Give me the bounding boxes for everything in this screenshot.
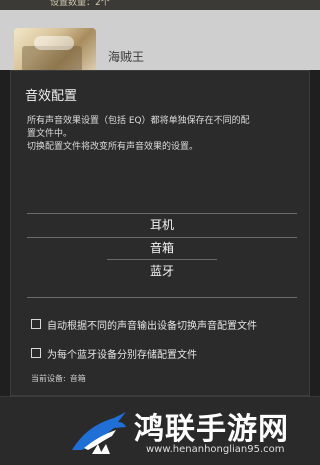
watermark-logo: 鸿联手游网 www.henanhonglian95.com (68, 400, 320, 465)
background-list-item: 海贼王 (0, 10, 320, 80)
watermark-text: 鸿联手游网 (134, 412, 289, 447)
option-headphones[interactable]: 耳机 (27, 215, 297, 235)
options-top-divider (27, 213, 297, 214)
watermark-url: www.henanhonglian95.com (146, 444, 285, 455)
background-item-title: 海贼王 (108, 50, 145, 64)
per-bluetooth-checkbox[interactable] (31, 348, 41, 358)
dialog-description: 所有声音效果设置（包括 EQ）都将单独保存在不同的配 置文件中。 切换配置文件将… (27, 115, 301, 154)
per-bluetooth-label: 为每个蓝牙设备分别存储配置文件 (47, 349, 197, 361)
dialog-title: 音效配置 (25, 89, 78, 104)
auto-switch-label: 自动根据不同的声音输出设备切换声音配置文件 (47, 320, 257, 332)
checkbox-section-divider (27, 297, 297, 298)
current-device-value: 音箱 (69, 374, 86, 383)
background-header-text: 设置数量：2个 (50, 0, 110, 8)
per-bluetooth-checkbox-row[interactable]: 为每个蓝牙设备分别存储配置文件 (31, 345, 197, 361)
description-line: 所有声音效果设置（包括 EQ）都将单独保存在不同的配 (27, 116, 250, 126)
sound-profile-dialog: 音效配置 所有声音效果设置（包括 EQ）都将单独保存在不同的配 置文件中。 切换… (10, 70, 310, 396)
option-bluetooth[interactable]: 蓝牙 (27, 261, 297, 281)
selected-option-divider (107, 259, 217, 260)
background-header: 设置数量：2个 (0, 0, 320, 10)
bird-logo-icon (72, 412, 126, 454)
current-device: 当前设备: 音箱 (31, 373, 86, 384)
auto-switch-checkbox[interactable] (31, 319, 41, 329)
description-line: 置文件中。 (27, 129, 73, 139)
description-line: 切换配置文件将改变所有声音效果的设置。 (27, 142, 199, 152)
auto-switch-checkbox-row[interactable]: 自动根据不同的声音输出设备切换声音配置文件 (31, 316, 257, 332)
current-device-label: 当前设备: (31, 374, 66, 383)
option-speaker[interactable]: 音箱 (27, 238, 297, 258)
background-footer-divider (0, 396, 320, 397)
